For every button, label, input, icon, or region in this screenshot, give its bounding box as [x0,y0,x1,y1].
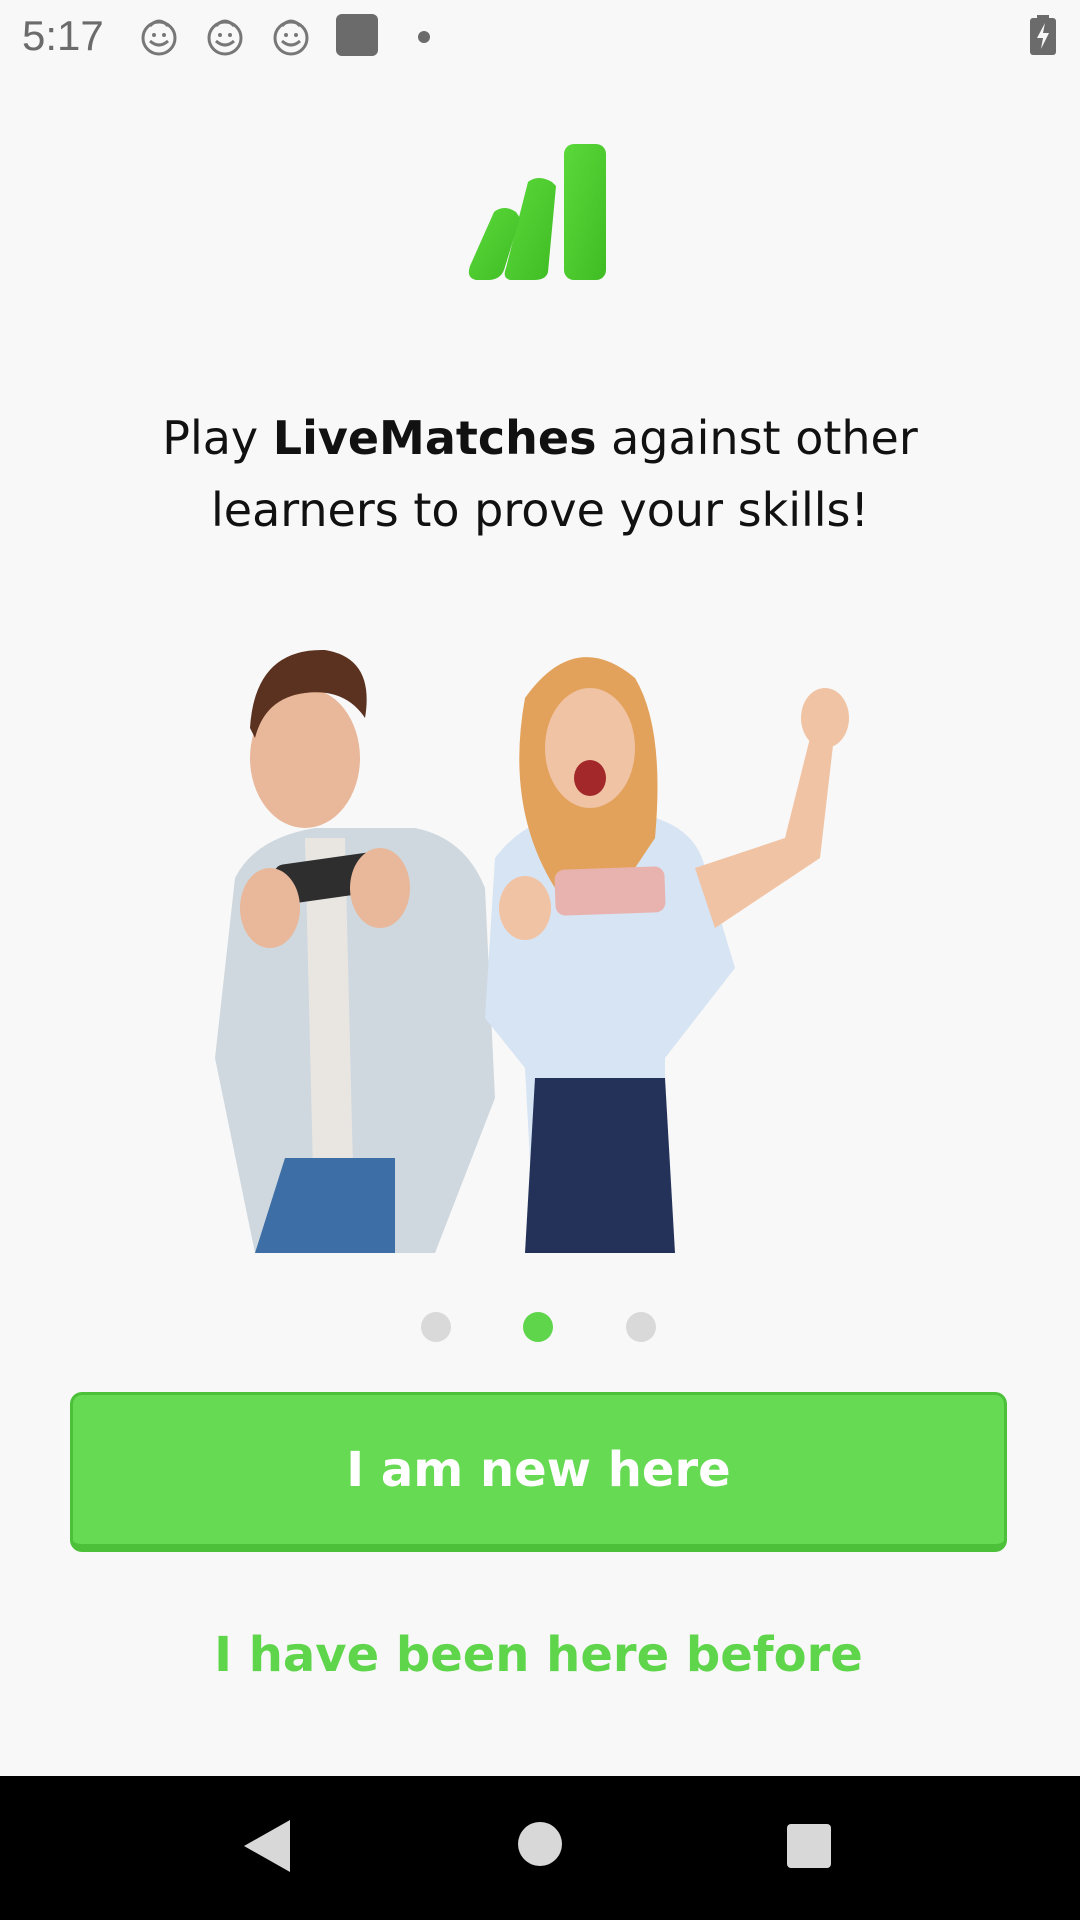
home-icon[interactable] [518,1822,562,1866]
status-bar: 5:17 [0,0,1080,72]
pager-dot-3[interactable] [626,1312,656,1342]
square-app-icon [336,14,378,56]
headline-brand: LiveMatches [272,411,597,465]
bars-logo-icon [468,144,606,280]
notification-face-icon [273,19,309,56]
onboarding-screen: 5:17 Play LiveMatches against other lear… [0,0,1080,1920]
new-here-button[interactable]: I am new here [70,1392,1007,1552]
pager-dot-1[interactable] [421,1312,451,1342]
been-here-before-button[interactable]: I have been here before [70,1620,1007,1690]
two-people-playing-phones-illustration [215,649,849,1253]
recents-icon[interactable] [787,1824,831,1868]
battery-charging-icon [1030,15,1056,55]
pager-dots [0,1312,1080,1344]
headline-prefix: Play [162,411,273,465]
status-time: 5:17 [22,12,104,59]
notification-face-icon [207,19,243,56]
woman-figure [485,657,849,1253]
dot-icon [418,31,430,43]
back-icon[interactable] [242,1818,292,1874]
notification-face-icon [141,19,177,56]
headline: Play LiveMatches against other learners … [90,402,990,546]
pager-dot-2[interactable] [523,1312,553,1342]
man-figure [215,649,495,1253]
navigation-bar [0,1776,1080,1920]
